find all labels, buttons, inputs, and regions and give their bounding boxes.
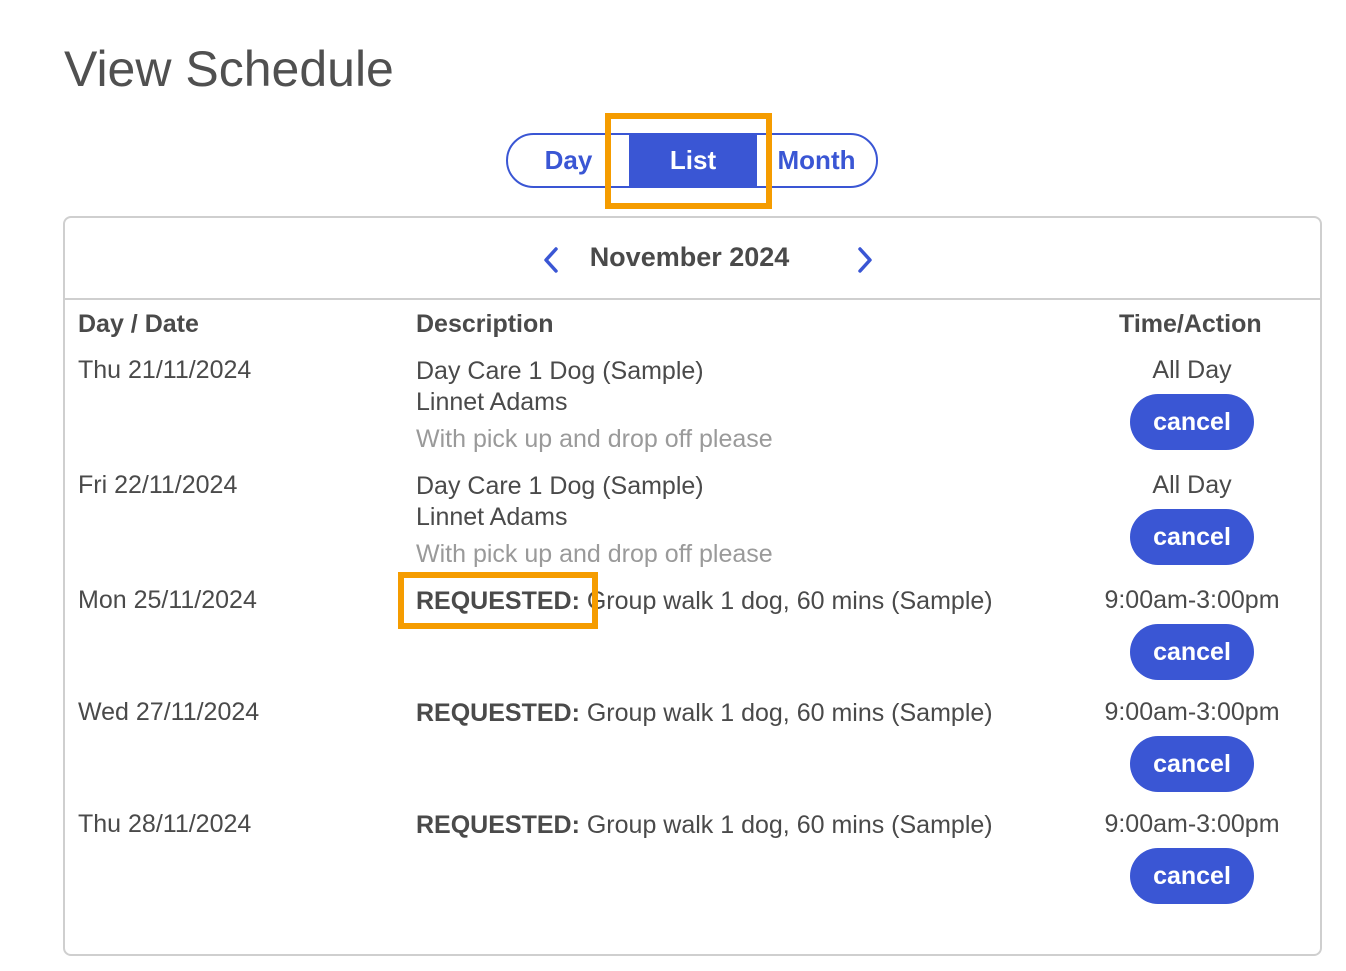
- row-date: Mon 25/11/2024: [78, 586, 257, 614]
- row-note: With pick up and drop off please: [416, 540, 773, 568]
- row-client: Linnet Adams: [416, 503, 568, 531]
- row-title: Group walk 1 dog, 60 mins (Sample): [586, 587, 993, 615]
- row-title: Group walk 1 dog, 60 mins (Sample): [586, 811, 993, 839]
- cancel-button[interactable]: cancel: [1130, 848, 1254, 904]
- requested-tag: REQUESTED:: [416, 587, 580, 615]
- column-header-date: Day / Date: [78, 310, 199, 338]
- row-time: All Day: [1152, 471, 1232, 499]
- row-date: Wed 27/11/2024: [78, 698, 260, 726]
- cancel-button[interactable]: cancel: [1130, 624, 1254, 680]
- row-time: 9:00am-3:00pm: [1104, 586, 1280, 614]
- row-date: Fri 22/11/2024: [78, 471, 238, 499]
- row-description: Day Care 1 Dog (Sample) Linnet Adams Wit…: [416, 471, 773, 570]
- row-description: REQUESTED: Group walk 1 dog, 60 mins (Sa…: [416, 698, 993, 729]
- tab-list[interactable]: List: [629, 135, 757, 186]
- requested-tag: REQUESTED:: [416, 699, 580, 727]
- row-title: Day Care 1 Dog (Sample): [416, 357, 704, 385]
- column-header-time-action: Time/Action: [1119, 310, 1262, 338]
- row-time: 9:00am-3:00pm: [1104, 810, 1280, 838]
- row-title: Day Care 1 Dog (Sample): [416, 472, 704, 500]
- row-title: Group walk 1 dog, 60 mins (Sample): [586, 699, 993, 727]
- page-title: View Schedule: [64, 41, 394, 97]
- row-description: REQUESTED: Group walk 1 dog, 60 mins (Sa…: [416, 586, 993, 617]
- cancel-button[interactable]: cancel: [1130, 736, 1254, 792]
- view-toggle: Day List Month: [506, 133, 878, 188]
- column-header-description: Description: [416, 310, 554, 338]
- row-description: Day Care 1 Dog (Sample) Linnet Adams Wit…: [416, 356, 773, 455]
- row-time: 9:00am-3:00pm: [1104, 698, 1280, 726]
- row-note: With pick up and drop off please: [416, 425, 773, 453]
- next-month-chevron-right-icon[interactable]: [853, 245, 877, 275]
- cancel-button[interactable]: cancel: [1130, 509, 1254, 565]
- row-time: All Day: [1152, 356, 1232, 384]
- month-label: November 2024: [589, 242, 790, 272]
- row-client: Linnet Adams: [416, 388, 568, 416]
- schedule-card: November 2024 Day / Date Description Tim…: [63, 216, 1322, 956]
- month-navigator: November 2024: [65, 218, 1320, 300]
- cancel-button[interactable]: cancel: [1130, 394, 1254, 450]
- row-description: REQUESTED: Group walk 1 dog, 60 mins (Sa…: [416, 810, 993, 841]
- tab-day[interactable]: Day: [508, 135, 629, 186]
- row-date: Thu 28/11/2024: [78, 810, 252, 838]
- row-date: Thu 21/11/2024: [78, 356, 252, 384]
- tab-month[interactable]: Month: [757, 135, 876, 186]
- requested-tag: REQUESTED:: [416, 811, 580, 839]
- schedule-page: View Schedule Day List Month November 20…: [0, 0, 1346, 971]
